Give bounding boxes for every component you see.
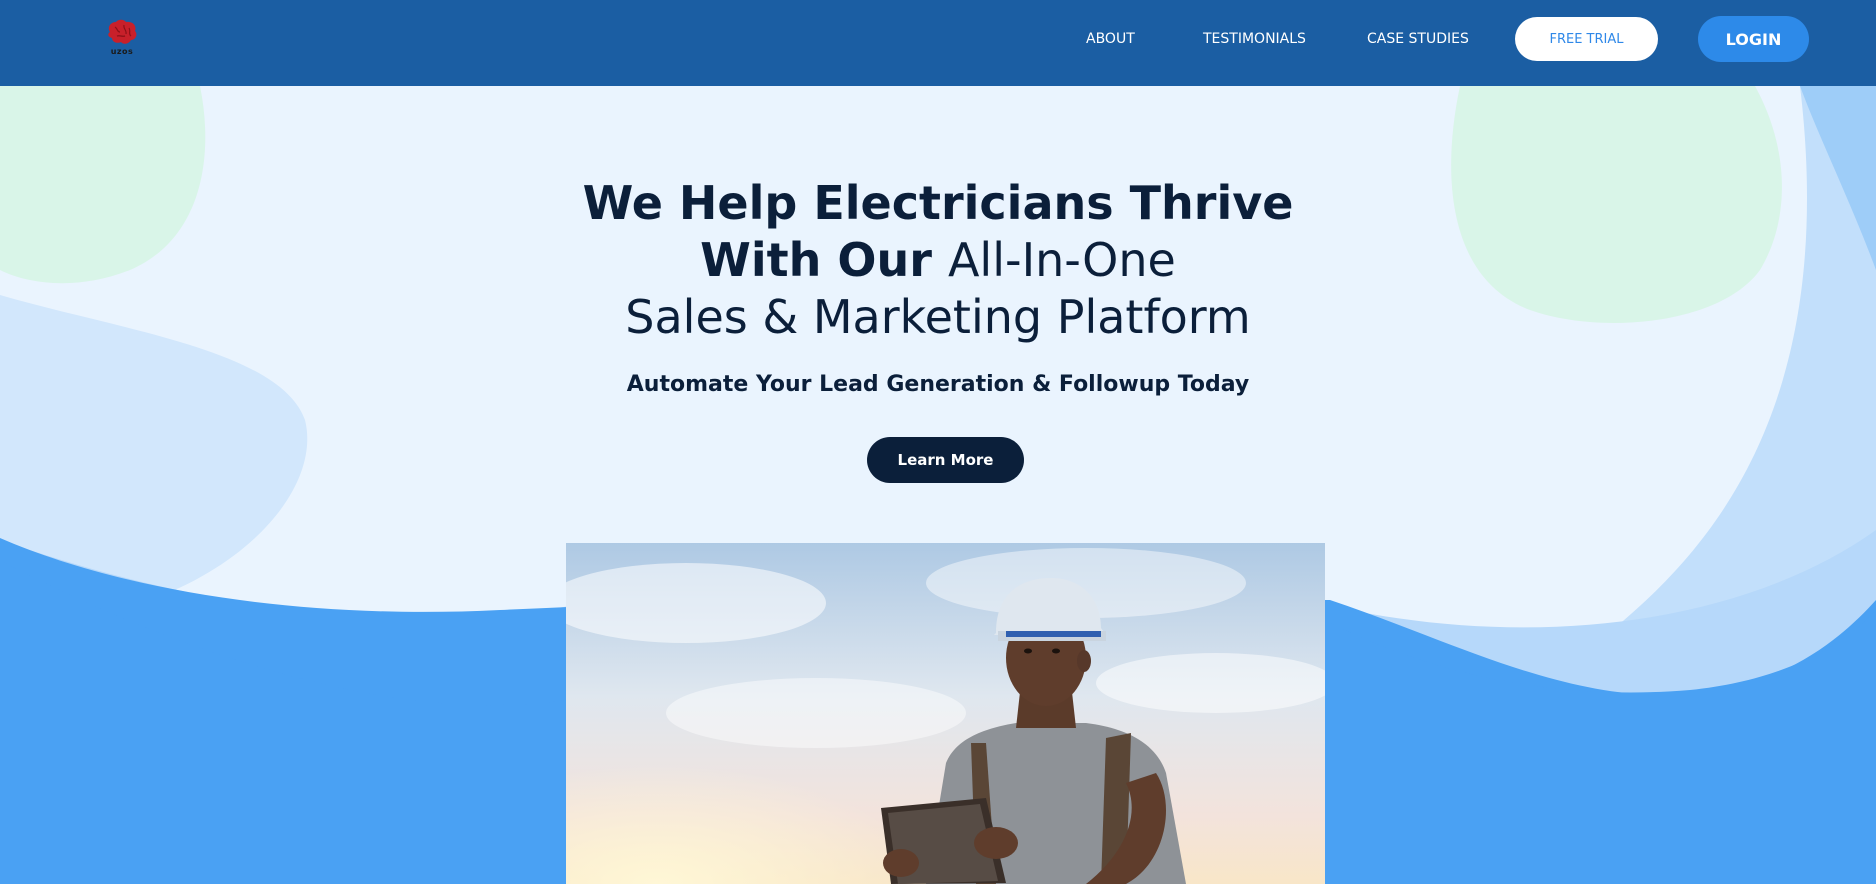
hero-heading-line3: Sales & Marketing Platform	[625, 290, 1251, 344]
learn-more-button[interactable]: Learn More	[867, 437, 1024, 483]
nav-link-case-studies[interactable]: CASE STUDIES	[1367, 31, 1469, 47]
hero-heading-line1: We Help Electricians Thrive	[582, 176, 1294, 230]
brain-logo-icon	[108, 19, 137, 44]
login-button[interactable]: LOGIN	[1698, 16, 1809, 62]
free-trial-button[interactable]: FREE TRIAL	[1515, 17, 1658, 61]
top-navbar: uzos ABOUT TESTIMONIALS CASE STUDIES FRE…	[0, 0, 1876, 86]
brand-logo[interactable]: uzos	[104, 18, 140, 56]
hero-heading-line2-light: All-In-One	[947, 233, 1176, 287]
hero-subheading: Automate Your Lead Generation & Followup…	[626, 372, 1250, 397]
nav-link-testimonials[interactable]: TESTIMONIALS	[1203, 31, 1306, 47]
nav-link-about[interactable]: ABOUT	[1086, 31, 1135, 47]
hero-heading: We Help Electricians Thrive With Our All…	[438, 175, 1438, 346]
hero-heading-line2-bold: With Our	[700, 233, 932, 287]
hero-photo-electrician	[566, 543, 1325, 884]
logo-text: uzos	[110, 47, 134, 56]
